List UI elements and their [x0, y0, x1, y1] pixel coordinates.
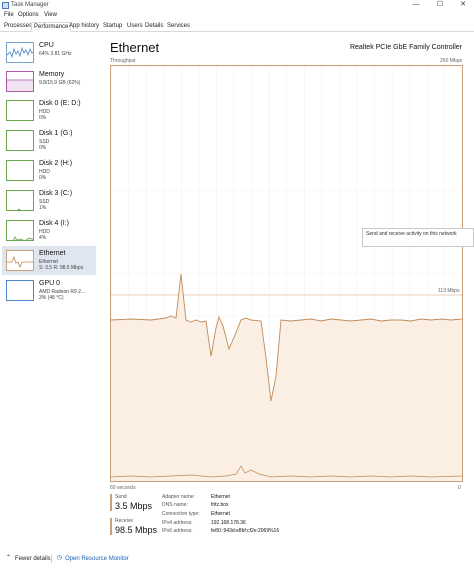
fewer-details-link[interactable]: Fewer details: [15, 556, 51, 562]
sidebar-item-usage: S: 3.5 R: 98.5 Mbps: [39, 265, 84, 271]
detail-key: Connection type:: [162, 511, 200, 517]
sidebar-item-label: Disk 2 (H:): [39, 160, 73, 167]
chart-label: Throughput: [110, 58, 136, 64]
detail-value: fe80::943d:e8bf:cf2e:2069%16: [211, 528, 280, 534]
throughput-graph: [110, 65, 463, 482]
sidebar-item-usage: 0%: [39, 115, 47, 121]
disk-thumbnail: [6, 130, 34, 151]
memory-thumbnail: [6, 71, 34, 92]
chart-zero-label: 0: [458, 485, 461, 491]
detail-value: 192.168.178.36: [211, 520, 246, 526]
page-title: Ethernet: [110, 40, 160, 55]
sidebar-item-disk-3[interactable]: Disk 3 (C:) SSD 1%: [2, 186, 96, 215]
receive-label: Receive: [115, 518, 134, 524]
chart-time-label: 60 seconds: [110, 485, 136, 491]
receive-stat: Receive 98.5 Mbps: [110, 518, 160, 535]
adapter-name: Realtek PCIe GbE Family Controller: [349, 44, 462, 51]
chart-scale-label: 113 Mbps: [438, 288, 460, 294]
sidebar-item-label: Disk 4 (I:): [39, 220, 69, 227]
menu-bar: File Options View: [0, 11, 474, 21]
tab-performance[interactable]: Performance: [31, 22, 72, 32]
sidebar-item-label: Memory: [39, 71, 65, 78]
detail-value: fritz.box: [211, 502, 229, 508]
menu-options[interactable]: Options: [18, 12, 39, 18]
sidebar-item-label: Ethernet: [39, 250, 66, 257]
send-value: 3.5 Mbps: [115, 501, 153, 511]
sidebar-item-cpu[interactable]: CPU 64% 3.81 GHz: [2, 38, 96, 67]
disk-thumbnail: [6, 220, 34, 241]
chevron-up-icon[interactable]: ⌃: [5, 555, 12, 562]
sidebar-item-memory[interactable]: Memory 9.8/15.9 GB (62%): [2, 67, 96, 96]
tab-processes[interactable]: Processes: [2, 22, 34, 32]
menu-view[interactable]: View: [44, 12, 57, 18]
chart-max-label: 250 Mbps: [440, 58, 462, 64]
graph-tooltip: Send and receive activity on this networ…: [362, 228, 474, 247]
detail-value: Ethernet: [211, 494, 230, 500]
sidebar-item-usage: 3% (48 °C): [39, 295, 64, 301]
sidebar-item-usage: 0%: [39, 175, 47, 181]
task-manager-icon: [2, 2, 9, 9]
sidebar-item-label: GPU 0: [39, 280, 61, 287]
sidebar-item-ethernet[interactable]: Ethernet Ethernet S: 3.5 R: 98.5 Mbps: [2, 246, 96, 275]
send-label: Send: [115, 494, 127, 500]
disk-thumbnail: [6, 190, 34, 211]
footer-divider: [51, 555, 52, 563]
maximize-button[interactable]: ☐: [430, 0, 450, 11]
title-bar: Task Manager — ☐ ✕: [0, 0, 474, 11]
sidebar-item-label: Disk 3 (C:): [39, 190, 73, 197]
sidebar-item-disk-2[interactable]: Disk 2 (H:) HDD 0%: [2, 156, 96, 185]
sidebar-item-disk-4[interactable]: Disk 4 (I:) HDD 4%: [2, 216, 96, 245]
sidebar-item-detail: 64% 3.81 GHz: [39, 51, 72, 57]
resource-monitor-icon[interactable]: ◷: [56, 555, 63, 562]
tab-details[interactable]: Details: [143, 22, 165, 32]
disk-thumbnail: [6, 100, 34, 121]
sidebar-item-disk-0[interactable]: Disk 0 (E: D:) HDD 0%: [2, 96, 96, 125]
sidebar-item-label: CPU: [39, 42, 54, 49]
close-button[interactable]: ✕: [453, 0, 473, 11]
tab-services[interactable]: Services: [165, 22, 192, 32]
gpu-thumbnail: [6, 280, 34, 301]
disk-thumbnail: [6, 160, 34, 181]
sidebar-item-label: Disk 1 (G:): [39, 130, 73, 137]
sidebar-item-usage: 0%: [39, 145, 47, 151]
menu-file[interactable]: File: [4, 12, 14, 18]
tab-startup[interactable]: Startup: [101, 22, 124, 32]
tab-users[interactable]: Users: [125, 22, 145, 32]
throughput-graph-svg: [110, 66, 463, 481]
sidebar-item-gpu[interactable]: GPU 0 AMD Radeon R9 2... 3% (48 °C): [2, 276, 96, 305]
detail-value: Ethernet: [211, 511, 230, 517]
window-title: Task Manager: [11, 2, 49, 8]
sidebar-item-disk-1[interactable]: Disk 1 (G:) SSD 0%: [2, 126, 96, 155]
detail-key: Adapter name:: [162, 494, 195, 500]
detail-key: IPv4 address:: [162, 520, 193, 526]
sidebar-item-label: Disk 0 (E: D:): [39, 100, 81, 107]
receive-value: 98.5 Mbps: [115, 525, 158, 535]
minimize-button[interactable]: —: [406, 0, 426, 11]
send-stat: Send 3.5 Mbps: [110, 494, 160, 511]
ethernet-thumbnail: [6, 250, 34, 271]
sidebar-item-usage: 1%: [39, 205, 47, 211]
sidebar-item-usage: 4%: [39, 235, 47, 241]
cpu-thumbnail: [6, 42, 34, 63]
open-resource-monitor-link[interactable]: Open Resource Monitor: [65, 556, 129, 562]
footer: ⌃ Fewer details ◷ Open Resource Monitor: [0, 551, 474, 571]
sidebar-item-detail: 9.8/15.9 GB (62%): [39, 80, 81, 86]
tab-bar: Processes Performance App history Startu…: [0, 21, 474, 32]
tab-app-history[interactable]: App history: [67, 22, 101, 32]
detail-key: IPv6 address:: [162, 528, 193, 534]
detail-key: DNS name:: [162, 502, 188, 508]
performance-sidebar: CPU 64% 3.81 GHz Memory 9.8/15.9 GB (62%…: [0, 36, 97, 336]
